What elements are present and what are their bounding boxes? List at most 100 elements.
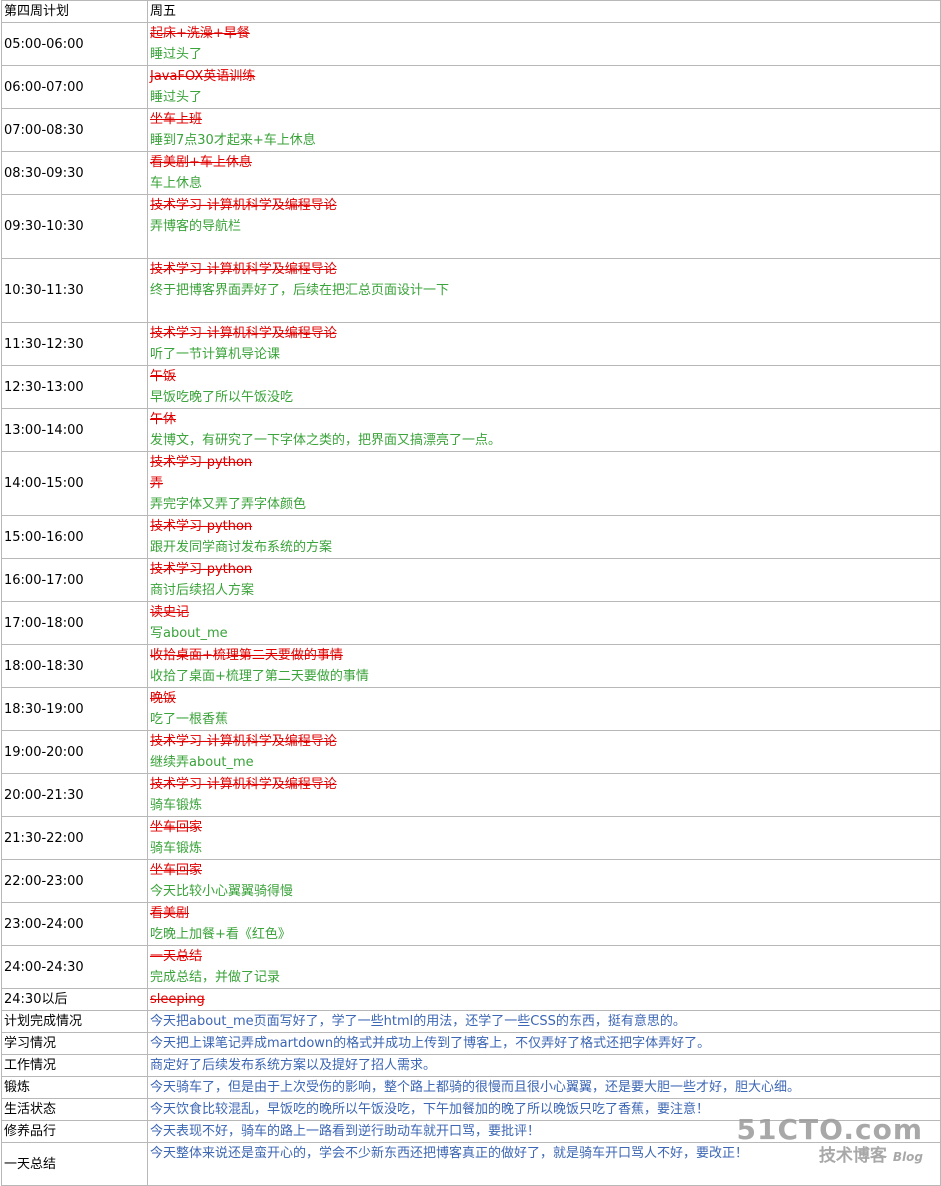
schedule-row: 05:00-06:00 起床+洗澡+早餐 睡过头了 <box>1 22 941 66</box>
planned-task: 技术学习-计算机科学及编程导论 <box>150 198 337 213</box>
schedule-row: 09:30-10:30 技术学习-计算机科学及编程导论 弄博客的导航栏 <box>1 194 941 259</box>
summary-text: 今天骑车了，但是由于上次受伤的影响，整个路上都骑的很慢而且很小心翼翼，还是要大胆… <box>147 1076 941 1099</box>
time-slot: 07:00-08:30 <box>1 108 148 152</box>
schedule-row: 14:00-15:00 技术学习-python 弄弄完字体又弄了弄字体颜色 <box>1 451 941 516</box>
time-slot: 06:00-07:00 <box>1 65 148 109</box>
watermark-logo: 51CTO.com <box>736 1113 923 1146</box>
schedule-row: 13:00-14:00 午休 发博文，有研究了一下字体之类的，把界面又搞漂亮了一点。 <box>1 408 941 452</box>
time-slot: 22:00-23:00 <box>1 859 148 903</box>
plan-cell: 晚饭 吃了一根香蕉 <box>147 687 941 731</box>
weekly-plan-table: 第四周计划 周五 05:00-06:00 起床+洗澡+早餐 睡过头了 06:00-07… <box>1 0 941 1186</box>
time-slot: 24:30以后 <box>1 988 148 1011</box>
summary-row: 计划完成情况 今天把about_me页面写好了，学了一些html的用法，还学了一些… <box>1 1010 941 1033</box>
actual-activity: 跟开发同学商讨发布系统的方案 <box>150 540 333 555</box>
planned-task: 技术学习-计算机科学及编程导论 <box>150 777 337 792</box>
planned-task: 技术学习-计算机科学及编程导论 <box>150 262 337 277</box>
time-slot: 11:30-12:30 <box>1 322 148 366</box>
summary-label: 学习情况 <box>1 1032 148 1055</box>
planned-task: 坐车回家 <box>150 863 203 878</box>
plan-cell: 看美剧吃晚上加餐+看《红色》 <box>147 902 941 946</box>
plan-cell: 一天总结 完成总结，并做了记录 <box>147 945 941 989</box>
planned-task: 收拾桌面+梳理第二天要做的事情 <box>150 648 343 663</box>
schedule-row: 23:00-24:00 看美剧 吃晚上加餐+看《红色》 <box>1 902 941 946</box>
actual-activity: 睡过头了 <box>150 90 203 105</box>
plan-cell: JavaFOX英语训练 睡过头了 <box>147 65 941 109</box>
actual-activity: 继续弄about_me <box>150 755 254 770</box>
schedule-row: 21:30-22:00 坐车回家骑车锻炼 <box>1 816 941 860</box>
actual-activity: 今天比较小心翼翼骑得慢 <box>150 884 294 899</box>
time-slot: 12:30-13:00 <box>1 365 148 409</box>
plan-cell: 收拾桌面+梳理第二天要做的事情收拾了桌面+梳理了第二天要做的事情 <box>147 644 941 688</box>
plan-cell: 坐车回家 骑车锻炼 <box>147 816 941 860</box>
schedule-row: 19:00-20:00 技术学习-计算机科学及编程导论 继续弄about_me <box>1 730 941 774</box>
actual-activity: 终于把博客界面弄好了，后续在把汇总页面设计一下 <box>150 283 450 298</box>
planned-task: 技术学习-python <box>150 519 253 534</box>
time-slot: 10:30-11:30 <box>1 258 148 323</box>
planned-task: 技术学习-计算机科学及编程导论 <box>150 326 337 341</box>
plan-cell: 技术学习-计算机科学及编程导论 听了一节计算机导论课 <box>147 322 941 366</box>
plan-cell: 午休发博文，有研究了一下字体之类的，把界面又搞漂亮了一点。 <box>147 408 941 452</box>
planned-task: 读史记 <box>150 605 190 620</box>
time-slot: 18:30-19:00 <box>1 687 148 731</box>
schedule-row: 08:30-09:30 看美剧+车上休息 车上休息 <box>1 151 941 195</box>
plan-cell: 起床+洗澡+早餐 睡过头了 <box>147 22 941 66</box>
summary-label: 生活状态 <box>1 1098 148 1121</box>
summary-row: 工作情况 商定好了后续发布系统方案以及提好了招人需求。 <box>1 1054 941 1077</box>
actual-activity: 写about_me <box>150 626 228 641</box>
actual-activity: 弄博客的导航栏 <box>150 219 242 234</box>
planned-task: 技术学习-python <box>150 455 253 470</box>
time-slot: 21:30-22:00 <box>1 816 148 860</box>
time-slot: 08:30-09:30 <box>1 151 148 195</box>
summary-text: 今天把about_me页面写好了，学了一些html的用法，还学了一些CSS的东西… <box>147 1010 941 1033</box>
planned-task: 午休 <box>150 412 177 427</box>
planned-task: 看美剧 <box>150 906 190 921</box>
schedule-row: 18:00-18:30 收拾桌面+梳理第二天要做的事情 收拾了桌面+梳理了第二天要做… <box>1 644 941 688</box>
plan-cell: 技术学习-计算机科学及编程导论 继续弄about_me <box>147 730 941 774</box>
plan-cell: 看美剧+车上休息 车上休息 <box>147 151 941 195</box>
summary-text: 今天把上课笔记弄成martdown的格式并成功上传到了博客上，不仅弄好了格式还把… <box>147 1032 941 1055</box>
plan-cell: 坐车上班睡到7点30才起来+车上休息 <box>147 108 941 152</box>
actual-activity: 收拾了桌面+梳理了第二天要做的事情 <box>150 669 369 684</box>
planned-task: 技术学习-python <box>150 562 253 577</box>
site-watermark: 51CTO.com 技术博客 Blog <box>737 1115 923 1168</box>
actual-activity: 睡过头了 <box>150 47 203 62</box>
watermark-subtitle: 技术博客 Blog <box>818 1146 923 1166</box>
time-slot: 14:00-15:00 <box>1 451 148 516</box>
planned-task: 坐车回家 <box>150 820 203 835</box>
actual-activity: 睡到7点30才起来+车上休息 <box>150 133 316 148</box>
time-slot: 19:00-20:00 <box>1 730 148 774</box>
schedule-row: 20:00-21:30 技术学习-计算机科学及编程导论 骑车锻炼 <box>1 773 941 817</box>
actual-activity: 完成总结，并做了记录 <box>150 970 281 985</box>
time-slot: 15:00-16:00 <box>1 515 148 559</box>
summary-row: 锻炼 今天骑车了，但是由于上次受伤的影响，整个路上都骑的很慢而且很小心翼翼，还是要… <box>1 1076 941 1099</box>
plan-cell: 技术学习-python 弄弄完字体又弄了弄字体颜色 <box>147 451 941 516</box>
actual-activity: 商讨后续招人方案 <box>150 583 255 598</box>
summary-label: 一天总结 <box>1 1142 148 1186</box>
planned-task: 午饭 <box>150 369 177 384</box>
header-weekday: 周五 <box>147 0 941 23</box>
time-slot: 24:00-24:30 <box>1 945 148 989</box>
schedule-row: 11:30-12:30 技术学习-计算机科学及编程导论 听了一节计算机导论课 <box>1 322 941 366</box>
watermark-blog: Blog <box>892 1150 923 1164</box>
schedule-row: 07:00-08:30 坐车上班睡到7点30才起来+车上休息 <box>1 108 941 152</box>
planned-task: 弄 <box>150 476 164 491</box>
schedule-row: 15:00-16:00 技术学习-python 跟开发同学商讨发布系统的方案 <box>1 515 941 559</box>
planned-task: 坐车上班 <box>150 112 203 127</box>
actual-activity: 骑车锻炼 <box>150 841 203 856</box>
actual-activity: 车上休息 <box>150 176 203 191</box>
plan-cell: 午饭 早饭吃晚了所以午饭没吃 <box>147 365 941 409</box>
planned-task: 起床+洗澡+早餐 <box>150 26 250 41</box>
schedule-row: 18:30-19:00 晚饭 吃了一根香蕉 <box>1 687 941 731</box>
planned-task: 技术学习-计算机科学及编程导论 <box>150 734 337 749</box>
summary-label: 锻炼 <box>1 1076 148 1099</box>
actual-activity: 吃晚上加餐+看《红色》 <box>150 927 291 942</box>
summary-text: 商定好了后续发布系统方案以及提好了招人需求。 <box>147 1054 941 1077</box>
plan-cell: 技术学习-python 跟开发同学商讨发布系统的方案 <box>147 515 941 559</box>
schedule-row: 06:00-07:00 JavaFOX英语训练 睡过头了 <box>1 65 941 109</box>
plan-cell: 技术学习-计算机科学及编程导论终于把博客界面弄好了，后续在把汇总页面设计一下 <box>147 258 941 323</box>
time-slot: 16:00-17:00 <box>1 558 148 602</box>
time-slot: 05:00-06:00 <box>1 22 148 66</box>
actual-activity: 发博文，有研究了一下字体之类的，把界面又搞漂亮了一点。 <box>150 433 502 448</box>
schedule-row: 16:00-17:00 技术学习-python 商讨后续招人方案 <box>1 558 941 602</box>
plan-cell: 坐车回家今天比较小心翼翼骑得慢 <box>147 859 941 903</box>
